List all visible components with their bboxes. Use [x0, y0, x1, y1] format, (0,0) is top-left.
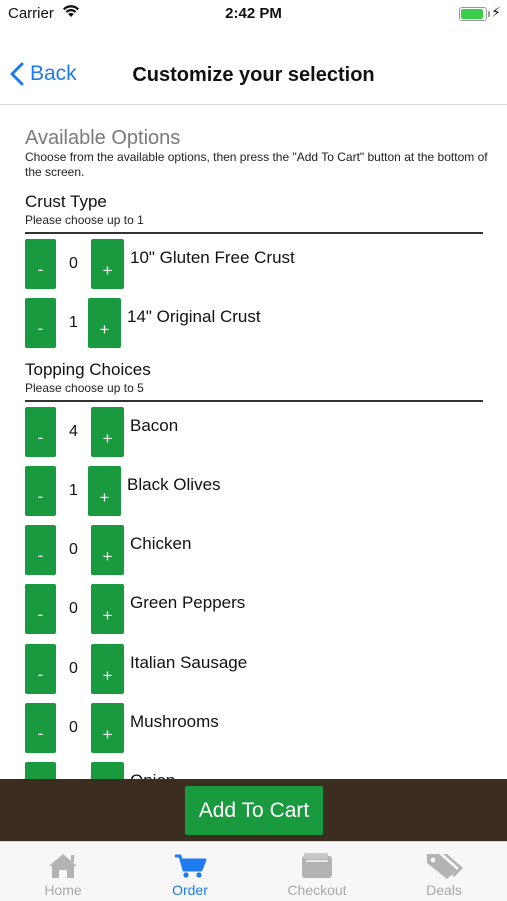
- add-to-cart-bar: Add To Cart: [0, 779, 507, 841]
- tab-home[interactable]: Home: [0, 842, 126, 901]
- charging-bolt-icon: ⚡︎: [491, 4, 501, 20]
- battery-icon: [459, 7, 490, 21]
- navigation-bar: Back Customize your selection: [0, 44, 507, 105]
- options-scroll-area[interactable]: Available Options Choose from the availa…: [0, 105, 507, 781]
- decrement-button[interactable]: -: [25, 407, 56, 457]
- decrement-button[interactable]: -: [25, 525, 56, 575]
- decrement-button[interactable]: -: [25, 644, 56, 694]
- option-label: Green Peppers: [130, 593, 246, 612]
- option-row: - 0 + Green Peppers: [25, 584, 485, 636]
- section-title-crust-type: Crust Type: [25, 192, 107, 211]
- decrement-button[interactable]: -: [25, 466, 56, 516]
- option-label: Mushrooms: [130, 712, 219, 731]
- option-row: - 0 + Mushrooms: [25, 703, 485, 755]
- option-label: Italian Sausage: [130, 653, 248, 672]
- battery-nub: [488, 11, 490, 17]
- tab-label: Checkout: [287, 882, 347, 898]
- option-row: - 1 + Black Olives: [25, 466, 485, 518]
- decrement-button[interactable]: -: [25, 584, 56, 634]
- tab-bar: Home Order Checkout Deals: [0, 841, 507, 901]
- quantity-value: 1: [69, 482, 78, 499]
- section-title-topping-choices: Topping Choices: [25, 360, 151, 379]
- option-label: 10" Gluten Free Crust: [130, 248, 295, 267]
- quantity-value: 0: [69, 600, 78, 617]
- tab-label: Deals: [426, 882, 462, 898]
- section-subtitle-crust-type: Please choose up to 1: [25, 213, 144, 227]
- wallet-icon: [254, 850, 380, 880]
- add-to-cart-button[interactable]: Add To Cart: [185, 786, 323, 835]
- tags-icon: [381, 850, 507, 880]
- decrement-button[interactable]: -: [25, 239, 56, 289]
- option-label: 14" Original Crust: [127, 307, 261, 326]
- increment-button[interactable]: +: [91, 644, 124, 694]
- option-row: - 0 + 10" Gluten Free Crust: [25, 239, 485, 291]
- option-label: Black Olives: [127, 475, 221, 494]
- section-divider: [25, 400, 483, 402]
- option-row: - 4 + Bacon: [25, 407, 485, 459]
- quantity-value: 4: [69, 423, 78, 440]
- tab-deals[interactable]: Deals: [381, 842, 507, 901]
- increment-button[interactable]: +: [91, 584, 124, 634]
- increment-button[interactable]: +: [88, 466, 121, 516]
- status-bar: Carrier 2:42 PM ⚡︎: [0, 0, 507, 28]
- option-label: Chicken: [130, 534, 192, 553]
- section-subtitle-topping-choices: Please choose up to 5: [25, 381, 144, 395]
- quantity-value: 0: [69, 660, 78, 677]
- quantity-value: 1: [69, 314, 78, 331]
- home-icon: [0, 850, 126, 880]
- available-options-heading: Available Options: [25, 127, 181, 149]
- decrement-button[interactable]: -: [25, 703, 56, 753]
- cart-icon: [127, 850, 253, 880]
- increment-button[interactable]: +: [91, 703, 124, 753]
- tab-checkout[interactable]: Checkout: [254, 842, 380, 901]
- tab-label: Home: [44, 882, 82, 898]
- option-row: - 1 + 14" Original Crust: [25, 298, 485, 350]
- increment-button[interactable]: +: [91, 239, 124, 289]
- option-row: - 0 + Italian Sausage: [25, 644, 485, 696]
- increment-button[interactable]: +: [91, 407, 124, 457]
- page-title: Customize your selection: [132, 64, 375, 86]
- increment-button[interactable]: +: [88, 298, 121, 348]
- decrement-button[interactable]: -: [25, 298, 56, 348]
- quantity-value: 0: [69, 255, 78, 272]
- option-label: Bacon: [130, 416, 179, 435]
- quantity-value: 0: [69, 719, 78, 736]
- clock: 2:42 PM: [225, 5, 282, 22]
- option-row: - 0 + Chicken: [25, 525, 485, 577]
- battery-fill: [461, 9, 483, 19]
- tab-order[interactable]: Order: [127, 842, 253, 901]
- instructions-text: Choose from the available options, then …: [25, 150, 488, 179]
- increment-button[interactable]: +: [91, 525, 124, 575]
- section-divider: [25, 232, 483, 234]
- quantity-value: 0: [69, 541, 78, 558]
- tab-label: Order: [172, 882, 208, 898]
